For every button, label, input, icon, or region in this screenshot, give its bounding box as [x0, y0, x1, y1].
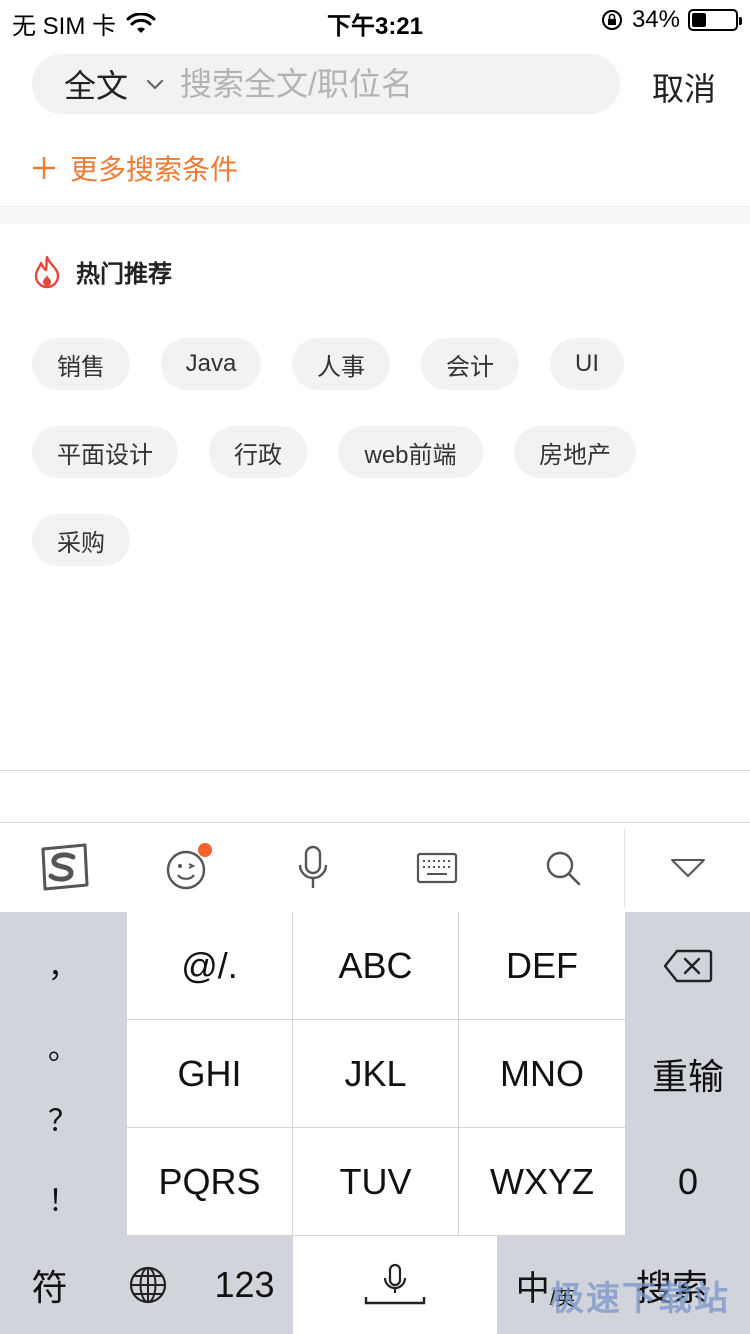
chevron-down-icon[interactable]	[142, 71, 168, 97]
keyboard-switch-button[interactable]	[404, 823, 470, 913]
battery-icon	[688, 9, 742, 31]
voice-input-button[interactable]	[280, 823, 346, 913]
status-bar: 无 SIM 卡 下午3:21 34%	[0, 0, 750, 40]
symbol-key[interactable]: 符	[0, 1236, 99, 1334]
hot-tag[interactable]: 会计	[421, 338, 519, 390]
key-def[interactable]: DEF	[459, 912, 625, 1019]
input-area-separator	[0, 770, 750, 771]
sogou-logo-button[interactable]	[20, 823, 106, 913]
key-jkl[interactable]: JKL	[293, 1020, 458, 1127]
section-divider	[0, 206, 750, 224]
hot-tag[interactable]: 平面设计	[32, 426, 178, 478]
hot-tag[interactable]: 销售	[32, 338, 130, 390]
key-pqrs[interactable]: PQRS	[127, 1128, 292, 1235]
ime-toolbar	[0, 822, 750, 912]
search-input[interactable]	[180, 65, 581, 103]
backspace-icon	[663, 949, 713, 982]
microphone-icon	[298, 845, 328, 888]
key-tuv[interactable]: TUV	[293, 1128, 458, 1235]
sogou-logo-icon	[41, 843, 89, 891]
punct-question-key[interactable]: ？	[0, 1096, 126, 1140]
more-search-conditions-button[interactable]: 更多搜索条件	[32, 148, 238, 188]
key-abc[interactable]: ABC	[293, 912, 458, 1019]
punct-period-key[interactable]: 。	[0, 1024, 126, 1068]
punct-exclaim-key[interactable]: ！	[0, 1176, 126, 1220]
numeric-key[interactable]: 123	[197, 1236, 292, 1334]
cancel-button[interactable]: 取消	[652, 64, 716, 110]
key-wxyz[interactable]: WXYZ	[459, 1128, 625, 1235]
lang-main-label: 中	[515, 1269, 550, 1308]
hot-recommend-title: 热门推荐	[76, 261, 172, 288]
hot-tag[interactable]: 行政	[209, 426, 307, 478]
emoji-button[interactable]	[150, 823, 226, 913]
key-ghi[interactable]: GHI	[127, 1020, 292, 1127]
mic-space-icon	[364, 1263, 426, 1305]
zero-key[interactable]: 0	[626, 1128, 750, 1235]
plus-icon	[33, 157, 55, 179]
rotation-lock-icon	[601, 10, 622, 30]
ime-toolbar-divider	[624, 829, 625, 907]
key-at[interactable]: @/.	[127, 912, 292, 1019]
delete-key[interactable]	[626, 912, 750, 1019]
globe-key[interactable]	[100, 1236, 196, 1334]
status-right: 34%	[600, 6, 742, 34]
emoji-icon	[166, 843, 212, 890]
flame-icon	[34, 255, 60, 288]
search-scope-selector[interactable]: 全文	[64, 61, 128, 107]
ime-search-button[interactable]	[530, 823, 596, 913]
space-key[interactable]	[293, 1236, 497, 1334]
globe-icon	[129, 1266, 167, 1304]
punct-comma-key[interactable]: ，	[0, 942, 126, 986]
hot-tag[interactable]: 采购	[32, 514, 130, 566]
hot-tag[interactable]: UI	[550, 338, 624, 390]
hot-tag[interactable]: 人事	[292, 338, 390, 390]
collapse-keyboard-button[interactable]	[650, 823, 726, 913]
watermark: 极速下载站	[550, 1280, 730, 1318]
hot-tag[interactable]: 房地产	[514, 426, 636, 478]
search-icon	[546, 851, 581, 886]
hot-recommend-header: 热门推荐	[32, 254, 172, 289]
search-box[interactable]: 全文	[32, 54, 620, 114]
more-conditions-label: 更多搜索条件	[70, 154, 239, 185]
key-mno[interactable]: MNO	[459, 1020, 625, 1127]
battery-percent: 34%	[631, 6, 680, 33]
collapse-icon	[671, 859, 705, 877]
hot-tag[interactable]: web前端	[338, 426, 483, 478]
battery-fill	[692, 13, 706, 27]
keyboard-icon	[416, 852, 458, 884]
reset-key[interactable]: 重输	[626, 1020, 750, 1127]
hot-tag[interactable]: Java	[161, 338, 261, 390]
